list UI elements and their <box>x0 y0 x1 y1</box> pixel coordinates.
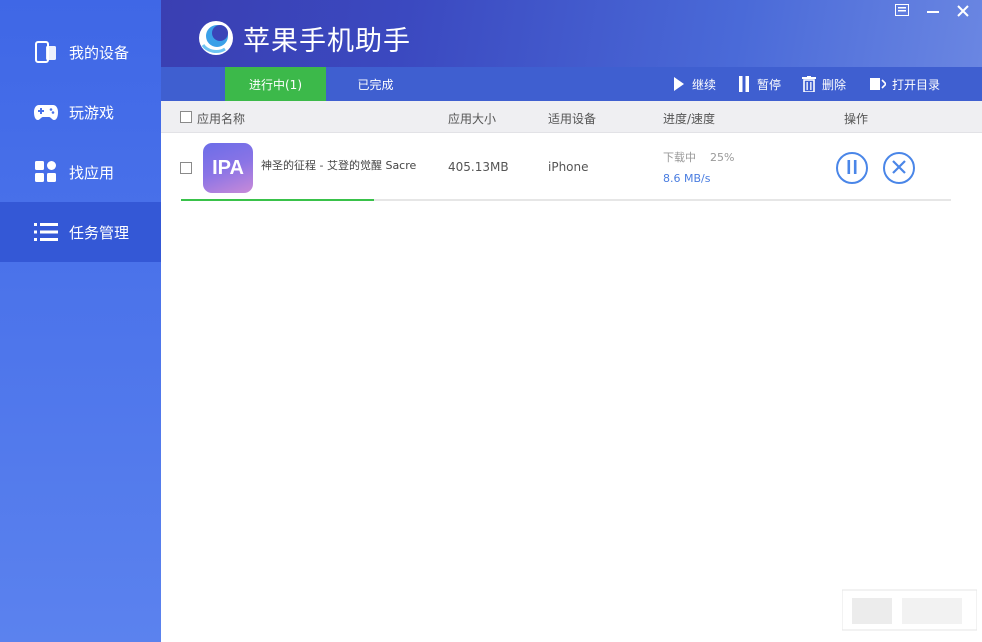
tab-completed[interactable]: 已完成 <box>325 67 426 101</box>
app-title: 苹果手机助手 <box>243 26 411 57</box>
progress-fill <box>181 199 374 201</box>
sidebar: 我的设备 玩游戏 找应用 任务管理 <box>0 0 161 642</box>
pause-button[interactable]: 暂停 <box>737 67 781 101</box>
column-header-device: 适用设备 <box>548 112 597 126</box>
table-header: 应用名称 应用大小 适用设备 进度/速度 操作 <box>161 101 982 133</box>
trash-icon <box>802 76 816 92</box>
resume-button[interactable]: 继续 <box>672 67 716 101</box>
app-name: 神圣的征程 - 艾登的觉醒 Sacre <box>261 159 417 172</box>
percent-text: 25% <box>710 151 735 164</box>
watermark-logo <box>841 580 978 636</box>
column-header-actions: 操作 <box>844 112 869 126</box>
close-icon <box>892 159 906 178</box>
sidebar-item-label: 找应用 <box>69 163 115 182</box>
status-text: 下载中 <box>663 151 696 164</box>
close-icon[interactable] <box>955 4 971 20</box>
column-header-progress: 进度/速度 <box>663 112 716 126</box>
progress-bar <box>181 199 951 201</box>
sidebar-item-task-management[interactable]: 任务管理 <box>0 202 161 262</box>
play-icon <box>672 76 686 92</box>
row-cancel-button[interactable] <box>883 152 915 184</box>
open-directory-button[interactable]: 打开目录 <box>870 67 940 101</box>
minimize-icon[interactable] <box>925 4 941 20</box>
folder-icon <box>870 76 886 92</box>
sidebar-item-find-apps[interactable]: 找应用 <box>0 142 161 202</box>
pause-icon <box>737 76 751 92</box>
sidebar-item-label: 玩游戏 <box>69 103 115 122</box>
app-logo <box>197 19 235 57</box>
grid-icon <box>33 159 59 185</box>
table-row: IPA 神圣的征程 - 艾登的觉醒 Sacre 405.13MB iPhone … <box>161 133 982 205</box>
download-speed: 8.6 MB/s <box>663 172 711 185</box>
sidebar-item-play-games[interactable]: 玩游戏 <box>0 82 161 142</box>
gamepad-icon <box>33 99 59 125</box>
toolbar: 进行中(1) 已完成 继续 暂停 删除 打开目录 <box>161 67 982 101</box>
app-device: iPhone <box>548 160 589 174</box>
app-icon: IPA <box>203 143 253 193</box>
column-header-name: 应用名称 <box>197 112 246 126</box>
column-header-size: 应用大小 <box>448 112 497 126</box>
phone-icon <box>33 39 59 65</box>
pause-icon <box>846 159 858 178</box>
sidebar-item-label: 任务管理 <box>69 223 130 242</box>
select-all-checkbox[interactable] <box>180 111 192 123</box>
sidebar-item-label: 我的设备 <box>69 43 130 62</box>
row-pause-button[interactable] <box>836 152 868 184</box>
sidebar-item-my-device[interactable]: 我的设备 <box>0 22 161 82</box>
row-checkbox[interactable] <box>180 162 192 174</box>
download-status: 下载中 25% <box>663 149 734 165</box>
menu-icon[interactable] <box>894 4 910 20</box>
tab-in-progress[interactable]: 进行中(1) <box>225 67 326 101</box>
list-icon <box>33 219 59 245</box>
delete-button[interactable]: 删除 <box>802 67 846 101</box>
title-bar: 苹果手机助手 <box>161 0 982 67</box>
app-size: 405.13MB <box>448 160 509 174</box>
